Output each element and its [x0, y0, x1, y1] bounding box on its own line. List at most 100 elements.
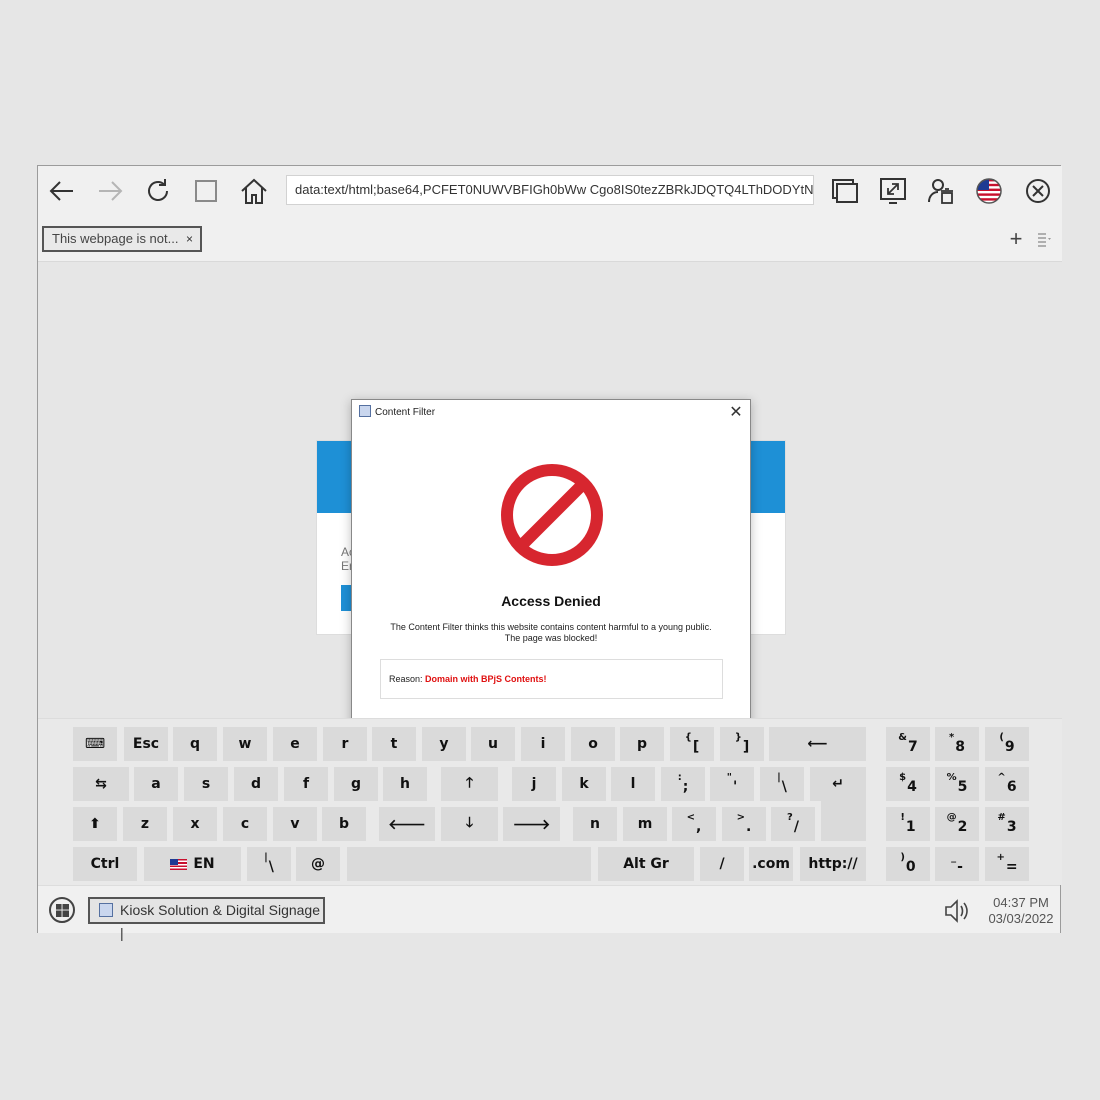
- key-equals[interactable]: + =: [985, 847, 1029, 881]
- windows-button[interactable]: [828, 174, 862, 208]
- stop-button[interactable]: [189, 174, 223, 208]
- forward-button[interactable]: [93, 174, 127, 208]
- key-brace-close[interactable]: }]: [720, 727, 764, 761]
- key-six[interactable]: ^ 6: [985, 767, 1029, 801]
- key-five[interactable]: % 5: [935, 767, 979, 801]
- key-o[interactable]: o: [571, 727, 615, 761]
- key-left[interactable]: 🡐: [379, 807, 435, 841]
- key-j[interactable]: j: [512, 767, 556, 801]
- key-u[interactable]: u: [471, 727, 515, 761]
- key-brace-open[interactable]: {[: [670, 727, 714, 761]
- key-kbd-toggle[interactable]: ⌨: [73, 727, 117, 761]
- key-shift-label: *: [949, 731, 955, 743]
- key-ctrl[interactable]: Ctrl: [73, 847, 137, 881]
- close-browser-button[interactable]: [1021, 174, 1055, 208]
- key-space[interactable]: [347, 847, 591, 881]
- key-shift-label: $: [899, 771, 907, 783]
- key-p[interactable]: p: [620, 727, 664, 761]
- key-esc[interactable]: Esc: [124, 727, 168, 761]
- key-label: 🡒: [512, 816, 551, 833]
- taskbar-app-button[interactable]: Kiosk Solution & Digital Signage |: [88, 897, 325, 941]
- key-zero[interactable]: ) 0: [886, 847, 930, 881]
- key-down[interactable]: 🡓: [441, 807, 498, 841]
- key-slash[interactable]: /: [700, 847, 744, 881]
- tab-menu-button[interactable]: [1036, 230, 1054, 248]
- key-greater[interactable]: >.: [722, 807, 766, 841]
- key-l[interactable]: l: [611, 767, 655, 801]
- key-tab[interactable]: ⇆: [73, 767, 129, 801]
- key-label: 0: [905, 859, 916, 875]
- tab-active[interactable]: This webpage is not... ×: [42, 226, 202, 252]
- app-icon: [359, 405, 371, 417]
- key-lang[interactable]: EN: [144, 847, 241, 881]
- key-e[interactable]: e: [273, 727, 317, 761]
- key-up[interactable]: 🡑: [441, 767, 498, 801]
- key-three[interactable]: #3: [985, 807, 1029, 841]
- browser-window: data:text/html;base64,PCFET0NUWVBFIGh0bW…: [37, 165, 1062, 941]
- key-m[interactable]: m: [623, 807, 667, 841]
- key-q[interactable]: q: [173, 727, 217, 761]
- key-f[interactable]: f: [284, 767, 328, 801]
- language-button[interactable]: [972, 174, 1006, 208]
- dialog-close-button[interactable]: ✕: [728, 402, 744, 422]
- key-t[interactable]: t: [372, 727, 416, 761]
- key-label: 9: [1004, 739, 1015, 755]
- logout-button[interactable]: [924, 174, 958, 208]
- page-content: Ac Er Content Filter ✕ Access Denied The…: [38, 262, 1062, 766]
- reload-button[interactable]: [141, 174, 175, 208]
- key-v[interactable]: v: [273, 807, 317, 841]
- key-label: 6: [1006, 779, 1017, 795]
- key-c[interactable]: c: [223, 807, 267, 841]
- key-s[interactable]: s: [184, 767, 228, 801]
- new-tab-button[interactable]: +: [1006, 228, 1026, 250]
- back-button[interactable]: [45, 174, 79, 208]
- key-a[interactable]: a: [134, 767, 178, 801]
- key-shift[interactable]: ⬆: [73, 807, 117, 841]
- key-h[interactable]: h: [383, 767, 427, 801]
- key-enter[interactable]: ↵: [810, 767, 866, 801]
- key-k[interactable]: k: [562, 767, 606, 801]
- key-right[interactable]: 🡒: [503, 807, 560, 841]
- key-colon[interactable]: :;: [661, 767, 705, 801]
- key-x[interactable]: x: [173, 807, 217, 841]
- key-one[interactable]: ! 1: [886, 807, 930, 841]
- key-minus[interactable]: _ -: [935, 847, 979, 881]
- key-four[interactable]: $4: [886, 767, 930, 801]
- key-label: ⇆: [95, 776, 107, 792]
- key-backslash[interactable]: | \: [247, 847, 291, 881]
- key-g[interactable]: g: [334, 767, 378, 801]
- home-button[interactable]: [237, 174, 271, 208]
- key-eight[interactable]: * 8: [935, 727, 979, 761]
- address-bar[interactable]: data:text/html;base64,PCFET0NUWVBFIGh0bW…: [286, 175, 814, 205]
- key-n[interactable]: n: [573, 807, 617, 841]
- fullscreen-button[interactable]: [876, 174, 910, 208]
- key-pipe[interactable]: | \: [760, 767, 804, 801]
- key-seven[interactable]: & 7: [886, 727, 930, 761]
- key-backspace[interactable]: ⟵: [769, 727, 866, 761]
- key-nine[interactable]: (9: [985, 727, 1029, 761]
- key-r[interactable]: r: [323, 727, 367, 761]
- key-b[interactable]: b: [322, 807, 366, 841]
- key-d[interactable]: d: [234, 767, 278, 801]
- key-at[interactable]: @: [296, 847, 340, 881]
- key-label: w: [238, 736, 252, 752]
- key-z[interactable]: z: [123, 807, 167, 841]
- dialog-title: Content Filter: [375, 407, 436, 418]
- key-question[interactable]: ? /: [771, 807, 815, 841]
- enter-key-extension[interactable]: [821, 799, 866, 841]
- dialog-message: The page was blocked!: [504, 633, 598, 643]
- key-two[interactable]: @2: [935, 807, 979, 841]
- key-label: -: [957, 859, 963, 875]
- key-http[interactable]: http://: [800, 847, 866, 881]
- speaker-icon[interactable]: [943, 898, 971, 924]
- key-y[interactable]: y: [422, 727, 466, 761]
- start-button[interactable]: [49, 897, 75, 923]
- key-dotcom[interactable]: .com: [749, 847, 793, 881]
- key-quote[interactable]: " ': [710, 767, 754, 801]
- key-less[interactable]: <,: [672, 807, 716, 841]
- key-shift-label: +: [996, 851, 1005, 863]
- key-altgr[interactable]: Alt Gr: [598, 847, 694, 881]
- key-w[interactable]: w: [223, 727, 267, 761]
- tab-close-icon[interactable]: ×: [186, 228, 193, 250]
- key-i[interactable]: i: [521, 727, 565, 761]
